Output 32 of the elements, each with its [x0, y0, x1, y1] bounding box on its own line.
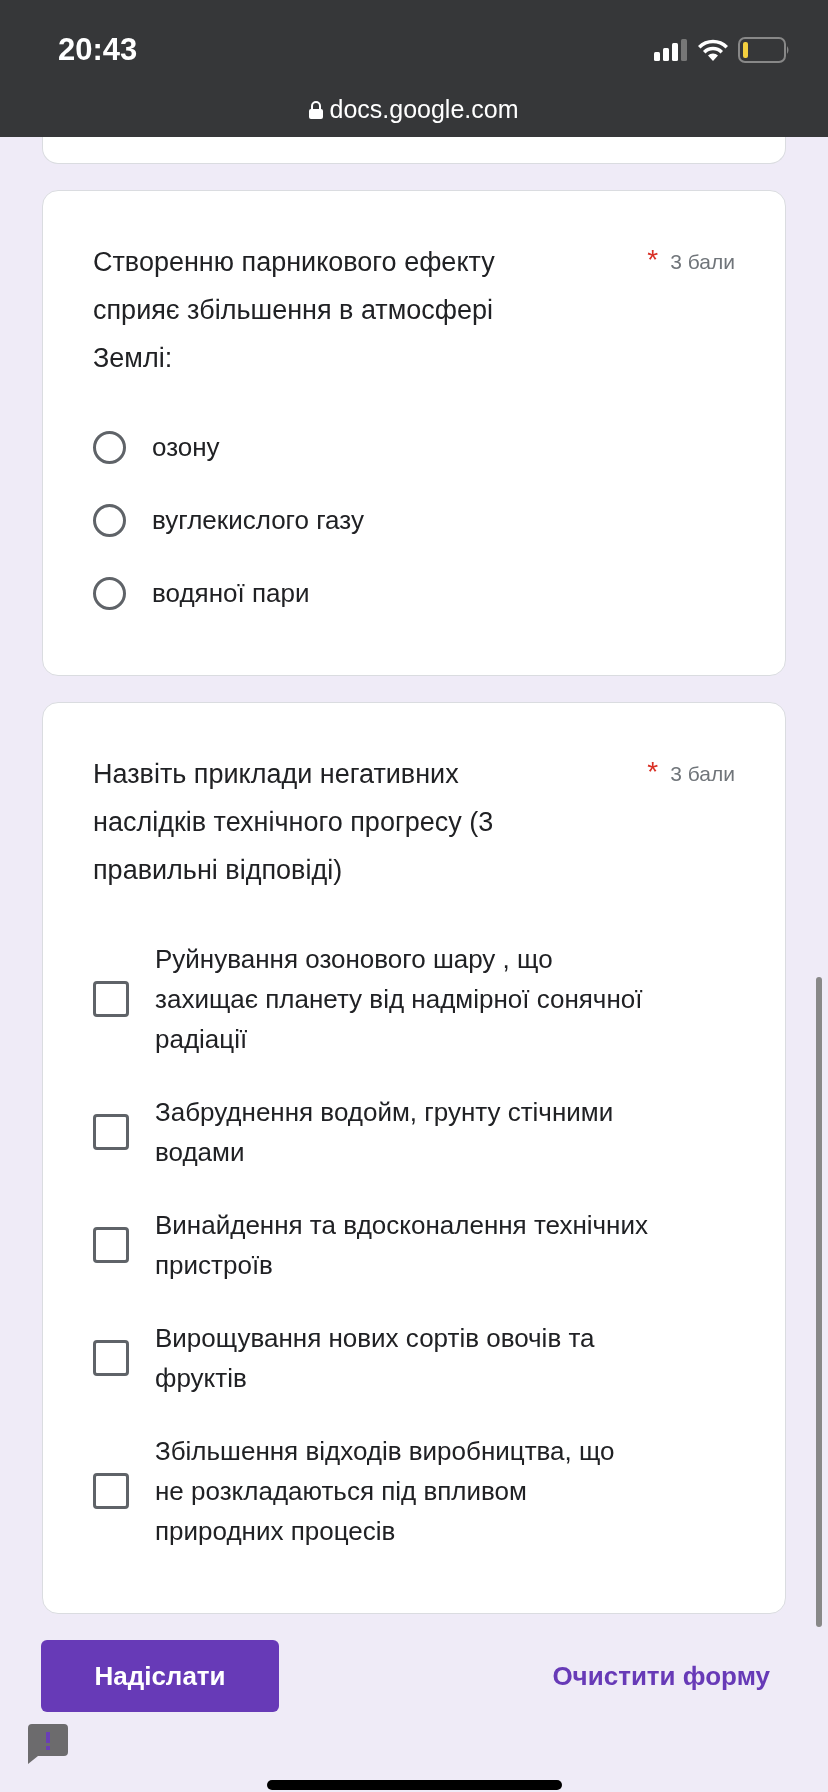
submit-button[interactable]: Надіслати [41, 1640, 279, 1712]
radio-button[interactable] [93, 430, 126, 464]
feedback-icon[interactable] [28, 1724, 68, 1764]
option-label[interactable]: Руйнування озонового шару , що захищає планету від надмірної сонячної радіації [155, 939, 648, 1059]
points-label: 3 бали [670, 250, 735, 274]
option-label[interactable]: вуглекислого газу [152, 500, 645, 540]
option-label[interactable]: водяної пари [152, 573, 645, 613]
clock-time: 20:43 [58, 32, 138, 68]
clear-form-link[interactable]: Очистити форму [552, 1660, 770, 1692]
radio-button[interactable] [93, 503, 126, 537]
option-label[interactable]: Вирощування нових сортів овочів та фруктів [155, 1318, 648, 1398]
option-label[interactable]: озону [152, 427, 645, 467]
required-asterisk: * [647, 244, 659, 276]
checkbox[interactable] [93, 981, 129, 1017]
required-asterisk: * [647, 756, 659, 788]
battery-icon [738, 37, 790, 63]
signal-icon [654, 39, 688, 61]
url-text[interactable]: docs.google.com [329, 95, 519, 124]
option-label[interactable]: Забруднення водойм, грунту стічними водами [155, 1092, 648, 1172]
radio-button[interactable] [93, 576, 126, 610]
question-text: Назвіть приклади негативних наслідків технічного прогресу (3 правильні відповіді) [93, 758, 495, 887]
wifi-icon [698, 39, 728, 61]
option-label[interactable]: Винайдення та вдосконалення технічних пристроїв [155, 1205, 648, 1285]
checkbox[interactable] [93, 1473, 129, 1509]
checkbox[interactable] [93, 1114, 129, 1150]
option-label[interactable]: Збільшення відходів виробництва, що не розкладаються під впливом природних процесів [155, 1431, 648, 1551]
checkbox[interactable] [93, 1227, 129, 1263]
scrollbar[interactable] [816, 977, 822, 1627]
lock-icon [309, 100, 324, 119]
points-label: 3 бали [670, 762, 735, 786]
checkbox[interactable] [93, 1340, 129, 1376]
question-text: Створенню парникового ефекту сприяє збільшення в атмосфері Землі: [93, 246, 496, 375]
